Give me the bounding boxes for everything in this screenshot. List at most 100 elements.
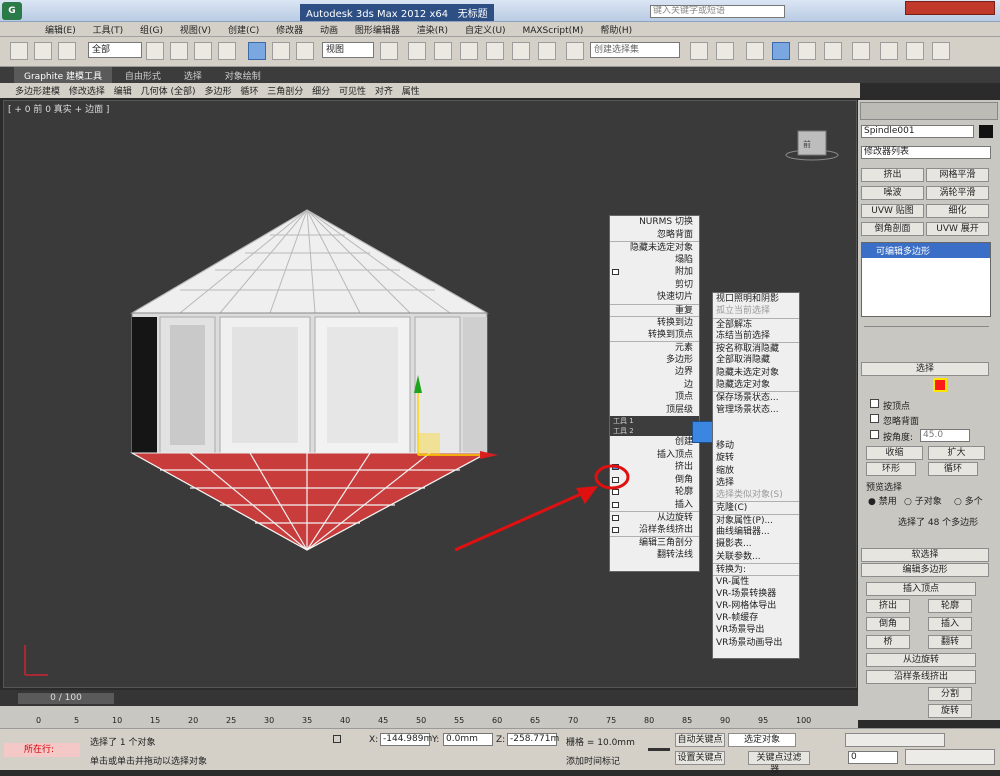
mod-turbosmooth-button[interactable]: 涡轮平滑 — [926, 186, 989, 200]
quad-item[interactable]: 顶点 — [610, 391, 699, 404]
menu-group[interactable]: 组(G) — [133, 22, 170, 37]
quad-item[interactable]: VR场景导出 — [713, 624, 799, 636]
menu-animation[interactable]: 动画 — [313, 22, 345, 37]
menu-help[interactable]: 帮助(H) — [593, 22, 639, 37]
panel-loops[interactable]: 循环 — [237, 83, 261, 98]
scale-icon[interactable] — [296, 42, 314, 60]
graphite-toggle-icon[interactable] — [772, 42, 790, 60]
render-setup-icon[interactable] — [880, 42, 898, 60]
tab-object-paint[interactable]: 对象绘制 — [215, 67, 271, 84]
window-controls[interactable] — [905, 1, 995, 15]
mod-noise-button[interactable]: 噪波 — [861, 186, 924, 200]
key-icon[interactable] — [648, 741, 670, 751]
quad-item[interactable]: 边 — [610, 379, 699, 392]
edit-named-sets-icon[interactable] — [566, 42, 584, 60]
viewport-nav-controls[interactable] — [905, 749, 995, 765]
tab-graphite[interactable]: Graphite 建模工具 — [14, 67, 113, 84]
menu-modifiers[interactable]: 修改器 — [269, 22, 310, 37]
quad-item[interactable]: VR-网格体导出 — [713, 600, 799, 612]
panel-geometry[interactable]: 几何体 (全部) — [138, 83, 199, 98]
x-coord-field[interactable]: -144.989m — [380, 733, 432, 746]
curve-editor-icon[interactable] — [798, 42, 816, 60]
align-icon[interactable] — [716, 42, 734, 60]
quad-item[interactable]: 缩放 — [713, 465, 799, 477]
material-editor-icon[interactable] — [852, 42, 870, 60]
quad-item[interactable]: 忽略背面 — [610, 229, 699, 242]
preview-subobj-radio[interactable]: ○ 子对象 — [904, 494, 942, 507]
bind-spacewarp-icon[interactable] — [58, 42, 76, 60]
flip-button[interactable]: 翻转 — [928, 635, 972, 649]
spinner-snap-icon[interactable] — [538, 42, 556, 60]
keyboard-shortcut-icon[interactable] — [434, 42, 452, 60]
mod-uvwmap-button[interactable]: UVW 贴图 — [861, 204, 924, 218]
quad-item[interactable]: VR-帧缓存 — [713, 612, 799, 624]
time-slider-thumb[interactable]: 0 / 100 — [18, 693, 114, 704]
quad-item[interactable]: 全部解冻 — [713, 317, 799, 330]
object-name-field[interactable]: Spindle001 — [861, 125, 974, 138]
undo-icon[interactable] — [10, 42, 28, 60]
manipulate-icon[interactable] — [408, 42, 426, 60]
rotate-icon[interactable] — [272, 42, 290, 60]
z-coord-field[interactable]: -258.771m — [507, 733, 559, 746]
settings-box-icon[interactable] — [612, 269, 619, 275]
rendered-frame-icon[interactable] — [906, 42, 924, 60]
quad-item[interactable]: 摄影表... — [713, 538, 799, 550]
link-icon[interactable] — [34, 42, 52, 60]
modifier-stack[interactable]: 可编辑多边形 — [861, 242, 991, 317]
inset-button[interactable]: 插入 — [928, 617, 972, 631]
extrude-along-spline-button[interactable]: 沿样条线挤出 — [866, 670, 976, 684]
menu-edit[interactable]: 编辑(E) — [38, 22, 83, 37]
quad-item[interactable]: 视口照明和阴影 — [713, 293, 799, 305]
menu-maxscript[interactable]: MAXScript(M) — [515, 25, 590, 37]
menu-graph-editors[interactable]: 图形编辑器 — [348, 22, 407, 37]
ignore-back-checkbox[interactable] — [870, 414, 879, 423]
object-color-swatch[interactable] — [979, 125, 993, 138]
quad-item[interactable]: 剪切 — [610, 279, 699, 292]
quad-item[interactable]: 按名称取消隐藏 — [713, 342, 799, 354]
hinge-from-edge-button[interactable]: 从边旋转 — [866, 653, 976, 667]
stack-item-editable-poly[interactable]: 可编辑多边形 — [862, 243, 990, 258]
mod-extrude-button[interactable]: 挤出 — [861, 168, 924, 182]
quad-item[interactable]: 转换到边 — [610, 316, 699, 329]
shrink-button[interactable]: 收缩 — [866, 446, 923, 460]
outline-button[interactable]: 轮廓 — [928, 599, 972, 613]
stack-toolbar[interactable] — [864, 326, 989, 338]
selected-object-dropdown[interactable]: 选定对象 — [728, 733, 796, 747]
loop-button[interactable]: 循环 — [928, 462, 978, 476]
quad-item[interactable]: VR场景动画导出 — [713, 637, 799, 649]
select-by-name-icon[interactable] — [170, 42, 188, 60]
by-angle-checkbox[interactable] — [870, 430, 879, 439]
quad-item[interactable]: 转换到顶点 — [610, 329, 699, 342]
angle-field[interactable]: 45.0 — [920, 429, 970, 442]
viewport-label[interactable]: [ + 0 前 0 真实 + 边面 ] — [8, 102, 109, 115]
panel-polygons[interactable]: 多边形 — [201, 83, 234, 98]
quad-item[interactable]: 选择 — [713, 477, 799, 489]
quad-item[interactable]: 孤立当前选择 — [713, 305, 799, 317]
quad-item[interactable]: 重复 — [610, 303, 699, 317]
mirror-icon[interactable] — [690, 42, 708, 60]
search-input[interactable]: 键入关键字或短语 — [650, 5, 785, 18]
quad-item[interactable]: 塌陷 — [610, 254, 699, 267]
rollout-edit-polygons[interactable]: 编辑多边形 — [861, 563, 989, 577]
polygon-subobject-icon[interactable] — [933, 378, 947, 392]
quad-item[interactable]: 全部取消隐藏 — [713, 354, 799, 366]
mod-unwrap-button[interactable]: UVW 展开 — [926, 222, 989, 236]
preview-disable-radio[interactable]: ● 禁用 — [868, 494, 897, 507]
rollout-soft-selection[interactable]: 软选择 — [861, 548, 989, 562]
add-time-tag[interactable]: 添加时间标记 — [566, 754, 620, 767]
modifier-list-dropdown[interactable]: 修改器列表 — [861, 146, 991, 159]
quad-item[interactable]: VR-属性 — [713, 575, 799, 587]
tab-selection[interactable]: 选择 — [174, 67, 212, 84]
quad-item[interactable]: 选择类似对象(S) — [713, 489, 799, 501]
panel-properties[interactable]: 属性 — [399, 83, 423, 98]
quad-item[interactable]: 转换为: — [713, 562, 799, 575]
quad-item[interactable]: 移动 — [713, 440, 799, 452]
panel-align[interactable]: 对齐 — [372, 83, 396, 98]
quad-item[interactable]: 隐藏未选定对象 — [610, 241, 699, 254]
quad-item[interactable]: 冻结当前选择 — [713, 330, 799, 342]
panel-subdivision[interactable]: 细分 — [309, 83, 333, 98]
rotate-button[interactable]: 旋转 — [928, 704, 972, 718]
layer-manager-icon[interactable] — [746, 42, 764, 60]
rollout-selection-header[interactable]: 选择 — [861, 362, 989, 376]
key-filters-button[interactable]: 关键点过滤器... — [748, 751, 810, 775]
